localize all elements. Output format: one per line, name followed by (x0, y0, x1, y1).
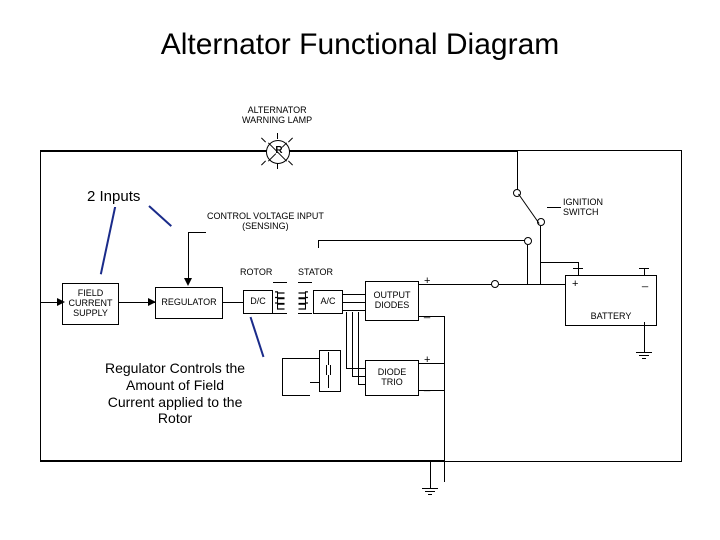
ignition-switch-label: IGNITION SWITCH (563, 198, 603, 218)
text: SUPPLY (73, 309, 108, 319)
text: TRIO (381, 378, 403, 388)
inputs-annotation: 2 Inputs (85, 186, 142, 207)
text: SWITCH (563, 207, 599, 217)
output-diodes-box: OUTPUT DIODES (365, 281, 419, 321)
ac-box: A/C (313, 290, 343, 314)
stator-coil-icon: ꙡꙡꙡ (292, 291, 311, 308)
arrowhead-icon (184, 278, 192, 286)
warning-lamp-icon: R (266, 140, 290, 164)
arrowhead-icon (57, 298, 65, 306)
wire (40, 151, 266, 152)
text: ALTERNATOR (248, 105, 307, 115)
regulator-box: REGULATOR (155, 287, 223, 319)
text: A/C (320, 297, 335, 307)
text: REGULATOR (161, 298, 216, 308)
text: WARNING LAMP (242, 115, 312, 125)
stator-label: STATOR (298, 268, 333, 278)
text: IGNITION (563, 197, 603, 207)
wire (289, 151, 517, 152)
text: CONTROL VOLTAGE INPUT (207, 211, 324, 221)
wire (517, 151, 518, 193)
control-voltage-label: CONTROL VOLTAGE INPUT (SENSING) (207, 212, 324, 232)
diode-trio-box: DIODE TRIO (365, 360, 419, 396)
node-icon (524, 237, 532, 245)
text: Rotor (158, 410, 192, 426)
text: DIODES (375, 301, 410, 311)
plus-sign: + (424, 275, 430, 287)
page-title: Alternator Functional Diagram (0, 28, 720, 62)
rotor-coil-icon: ꙡꙡꙡ (272, 291, 291, 308)
plus-sign: + (424, 354, 430, 366)
regulator-annotation: Regulator Controls the Amount of Field C… (103, 358, 247, 429)
text: BATTERY (591, 312, 632, 322)
minus-sign: _ (642, 276, 648, 288)
lamp-letter: R (275, 145, 283, 156)
text: Amount of Field (126, 377, 224, 393)
field-current-supply-box: FIELD CURRENT SUPPLY (62, 283, 119, 325)
text: D/C (250, 297, 266, 307)
plus-sign: + (572, 278, 578, 290)
warning-lamp-label: ALTERNATOR WARNING LAMP (242, 106, 312, 126)
dc-box: D/C (243, 290, 273, 314)
node-icon (491, 280, 499, 288)
arrowhead-icon (148, 298, 156, 306)
text: (SENSING) (242, 221, 289, 231)
text: Current applied to the (108, 394, 243, 410)
text: Regulator Controls the (105, 360, 245, 376)
rotor-label: ROTOR (240, 268, 272, 278)
minus-sign: _ (424, 307, 430, 319)
